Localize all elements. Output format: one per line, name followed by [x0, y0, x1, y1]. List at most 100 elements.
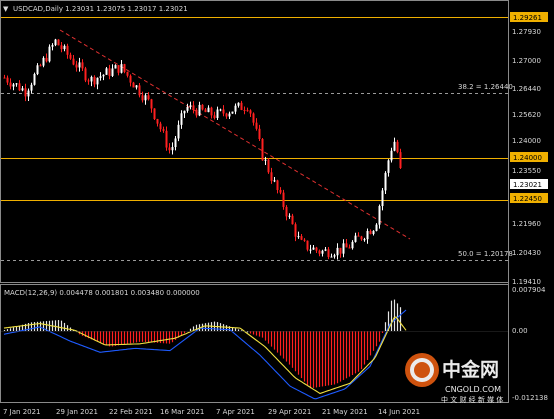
candle-up[interactable] — [102, 74, 105, 77]
candle-up[interactable] — [387, 160, 390, 173]
candle-down[interactable] — [81, 62, 84, 69]
candle-down[interactable] — [306, 240, 309, 250]
candle-up[interactable] — [111, 68, 114, 76]
candle-down[interactable] — [345, 243, 348, 248]
candle-down[interactable] — [249, 110, 252, 114]
candle-up[interactable] — [390, 150, 393, 161]
candle-down[interactable] — [357, 235, 360, 237]
candle-up[interactable] — [27, 90, 30, 97]
candle-down[interactable] — [294, 224, 297, 237]
candle-up[interactable] — [333, 255, 336, 257]
candle-up[interactable] — [381, 190, 384, 207]
candle-up[interactable] — [234, 105, 237, 112]
candle-down[interactable] — [123, 64, 126, 72]
candle-up[interactable] — [354, 235, 357, 242]
candle-up[interactable] — [216, 109, 219, 119]
candle-down[interactable] — [126, 71, 129, 76]
candle-up[interactable] — [231, 111, 234, 114]
candle-down[interactable] — [138, 85, 141, 96]
candle-down[interactable] — [396, 141, 399, 153]
candle-down[interactable] — [66, 45, 69, 55]
candle-down[interactable] — [153, 108, 156, 120]
candle-down[interactable] — [303, 239, 306, 241]
candle-up[interactable] — [135, 85, 138, 88]
candle-up[interactable] — [393, 141, 396, 151]
candle-down[interactable] — [225, 113, 228, 117]
candle-down[interactable] — [69, 54, 72, 59]
candle-down[interactable] — [93, 76, 96, 85]
candle-up[interactable] — [288, 215, 291, 217]
candle-up[interactable] — [189, 105, 192, 107]
candle-down[interactable] — [192, 105, 195, 110]
symbol-menu-icon[interactable]: ▼ — [3, 5, 9, 13]
candle-down[interactable] — [204, 109, 207, 113]
candle-up[interactable] — [237, 102, 240, 106]
candle-down[interactable] — [201, 104, 204, 110]
candle-down[interactable] — [24, 88, 27, 97]
candle-up[interactable] — [198, 104, 201, 116]
candle-up[interactable] — [54, 39, 57, 46]
candle-up[interactable] — [177, 124, 180, 139]
candle-up[interactable] — [15, 83, 18, 85]
candle-down[interactable] — [276, 180, 279, 191]
candle-up[interactable] — [174, 138, 177, 148]
candle-up[interactable] — [12, 84, 15, 87]
candle-down[interactable] — [87, 80, 90, 82]
candle-down[interactable] — [261, 139, 264, 161]
candle-up[interactable] — [99, 76, 102, 78]
candle-up[interactable] — [384, 172, 387, 191]
candle-down[interactable] — [339, 247, 342, 254]
candle-up[interactable] — [36, 65, 39, 75]
chart-window[interactable]: ▼ USDCAD,Daily 1.23031 1.23075 1.23017 1… — [0, 0, 554, 419]
candle-up[interactable] — [33, 74, 36, 85]
candle-down[interactable] — [282, 192, 285, 207]
candle-down[interactable] — [327, 249, 330, 257]
candle-down[interactable] — [165, 130, 168, 148]
candle-up[interactable] — [171, 147, 174, 151]
candle-down[interactable] — [210, 107, 213, 116]
candle-up[interactable] — [342, 243, 345, 254]
candle-up[interactable] — [207, 107, 210, 113]
candle-down[interactable] — [147, 95, 150, 100]
candle-down[interactable] — [159, 123, 162, 130]
candle-down[interactable] — [162, 129, 165, 131]
candle-up[interactable] — [264, 159, 267, 161]
candle-up[interactable] — [378, 206, 381, 225]
candle-up[interactable] — [297, 236, 300, 238]
candle-down[interactable] — [252, 113, 255, 123]
candle-down[interactable] — [369, 231, 372, 234]
candle-up[interactable] — [228, 113, 231, 117]
candle-up[interactable] — [48, 46, 51, 62]
candle-down[interactable] — [108, 68, 111, 76]
main-price-panel[interactable] — [0, 0, 509, 283]
candle-down[interactable] — [285, 206, 288, 217]
candle-down[interactable] — [57, 39, 60, 46]
candle-down[interactable] — [255, 122, 258, 129]
candle-up[interactable] — [375, 224, 378, 231]
candle-down[interactable] — [318, 250, 321, 254]
candle-up[interactable] — [144, 95, 147, 101]
candle-up[interactable] — [330, 256, 333, 258]
candle-up[interactable] — [105, 68, 108, 75]
candle-up[interactable] — [30, 84, 33, 91]
candle-down[interactable] — [279, 190, 282, 193]
candle-down[interactable] — [39, 65, 42, 67]
candle-down[interactable] — [258, 128, 261, 140]
candle-down[interactable] — [6, 77, 9, 83]
candle-down[interactable] — [129, 75, 132, 83]
candle-down[interactable] — [360, 236, 363, 240]
candle-down[interactable] — [315, 247, 318, 251]
downtrend-line[interactable] — [59, 29, 411, 240]
candle-up[interactable] — [312, 247, 315, 250]
candle-down[interactable] — [75, 64, 78, 68]
candle-down[interactable] — [399, 152, 402, 169]
candle-down[interactable] — [243, 109, 246, 111]
candle-down[interactable] — [117, 65, 120, 73]
candle-up[interactable] — [51, 45, 54, 47]
candle-down[interactable] — [141, 95, 144, 101]
candle-up[interactable] — [324, 249, 327, 251]
candle-down[interactable] — [60, 45, 63, 50]
candle-up[interactable] — [186, 106, 189, 111]
candle-down[interactable] — [168, 147, 171, 151]
candle-up[interactable] — [309, 249, 312, 251]
